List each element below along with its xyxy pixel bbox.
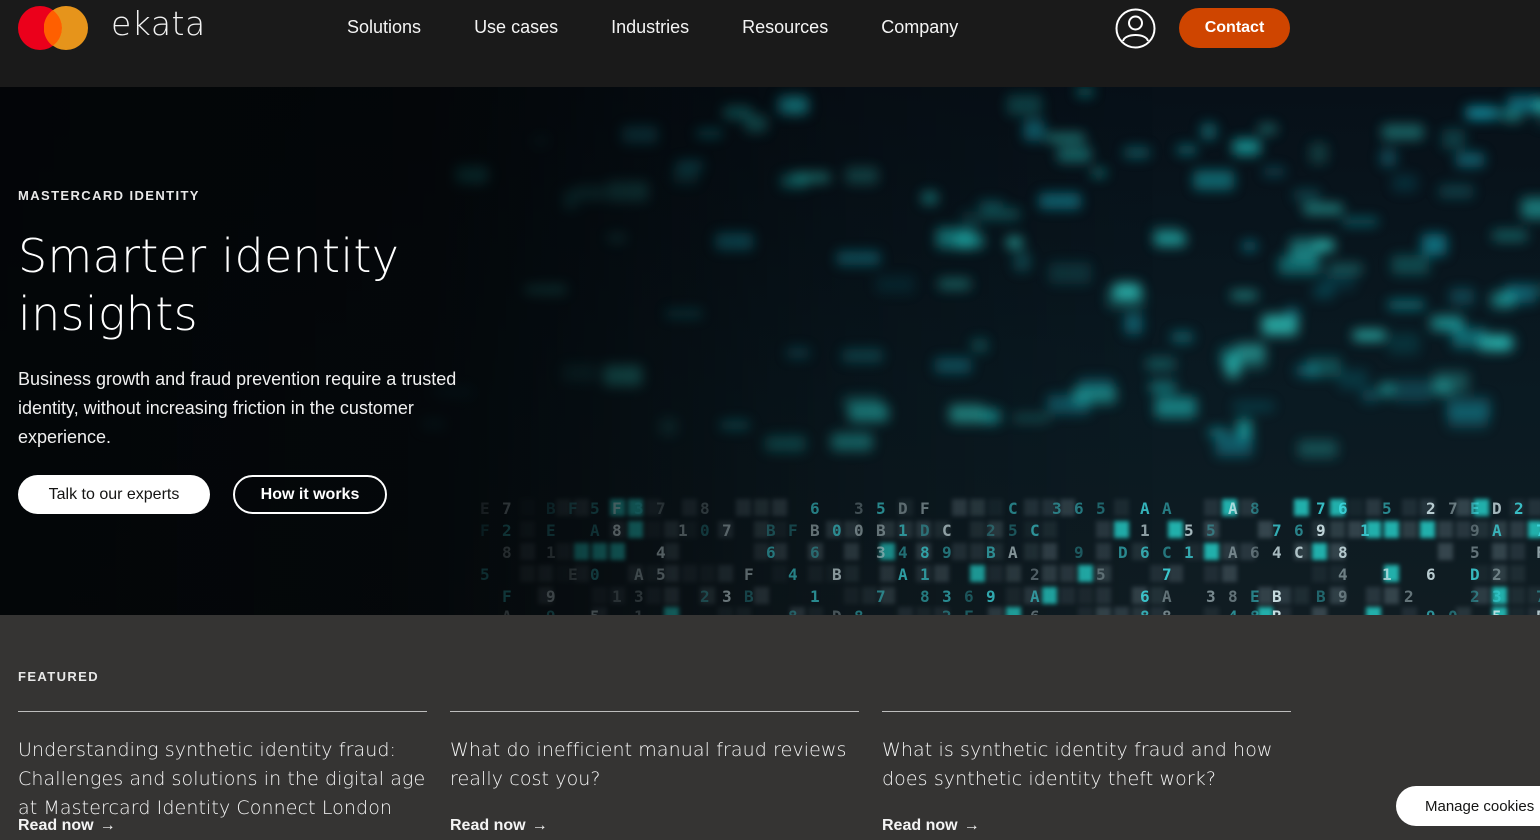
ekata-wordmark[interactable]: ekata bbox=[111, 4, 206, 43]
nav-item-industries[interactable]: Industries bbox=[611, 15, 689, 39]
hero-description: Business growth and fraud prevention req… bbox=[18, 369, 457, 447]
read-now-label: Read now bbox=[18, 817, 94, 834]
nav-item-solutions[interactable]: Solutions bbox=[347, 15, 421, 39]
read-now-label: Read now bbox=[450, 817, 526, 834]
manage-cookies-button[interactable]: Manage cookies bbox=[1396, 786, 1540, 826]
arrow-right-icon: → bbox=[531, 817, 548, 834]
featured-card[interactable]: What is synthetic identity fraud and how… bbox=[882, 711, 1291, 834]
card-divider bbox=[450, 711, 859, 712]
hero-eyebrow: MASTERCARD IDENTITY bbox=[18, 188, 200, 203]
arrow-right-icon: → bbox=[963, 817, 980, 834]
card-divider bbox=[18, 711, 427, 712]
read-now-label: Read now bbox=[882, 817, 958, 834]
hero-title: Smarter identity insights bbox=[18, 229, 400, 341]
featured-label: FEATURED bbox=[18, 669, 100, 684]
nav-item-use-cases[interactable]: Use cases bbox=[474, 15, 558, 39]
card-title[interactable]: Understanding synthetic identity fraud: … bbox=[18, 736, 427, 823]
how-it-works-button[interactable]: How it works bbox=[233, 475, 387, 514]
card-title[interactable]: What do inefficient manual fraud reviews… bbox=[450, 736, 859, 794]
nav-item-company[interactable]: Company bbox=[881, 15, 958, 39]
arrow-right-icon: → bbox=[99, 817, 116, 834]
user-circle-icon[interactable] bbox=[1115, 8, 1156, 49]
talk-to-experts-button[interactable]: Talk to our experts bbox=[18, 475, 210, 514]
contact-button[interactable]: Contact bbox=[1179, 8, 1290, 48]
read-now-link[interactable]: Read now → bbox=[18, 817, 116, 835]
read-now-link[interactable]: Read now → bbox=[450, 817, 548, 835]
mastercard-logo[interactable] bbox=[18, 6, 90, 50]
main-nav: Solutions Use cases Industries Resources… bbox=[347, 15, 1011, 39]
hero-gradient-overlay bbox=[0, 87, 1540, 615]
card-title[interactable]: What is synthetic identity fraud and how… bbox=[882, 736, 1291, 794]
featured-card[interactable]: Understanding synthetic identity fraud: … bbox=[18, 711, 427, 834]
site-header: ekata Solutions Use cases Industries Res… bbox=[0, 0, 1540, 87]
card-divider bbox=[882, 711, 1291, 712]
nav-item-resources[interactable]: Resources bbox=[742, 15, 828, 39]
read-now-link[interactable]: Read now → bbox=[882, 817, 980, 835]
logo-overlap bbox=[44, 6, 62, 50]
featured-card[interactable]: What do inefficient manual fraud reviews… bbox=[450, 711, 859, 834]
hero-section: E7BF5F378635DFC365AAA876527ED2F2EA8107BF… bbox=[0, 87, 1540, 615]
